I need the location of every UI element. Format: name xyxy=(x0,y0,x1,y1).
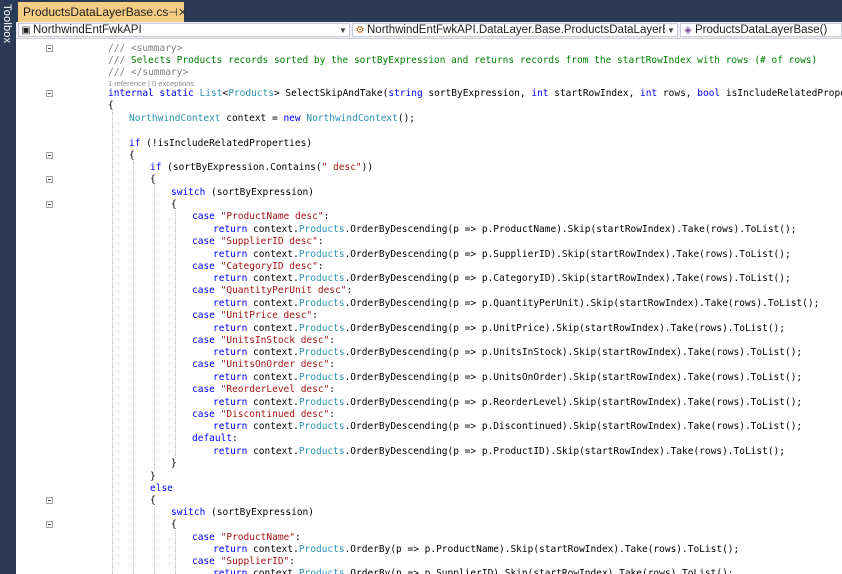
code-line: return context.Products.OrderByDescendin… xyxy=(213,372,803,383)
toolbox-label[interactable]: Toolbox xyxy=(1,4,13,43)
code-line: return context.Products.OrderByDescendin… xyxy=(213,323,785,334)
close-icon[interactable]: ✕ xyxy=(178,6,187,19)
code-line: case "Discontinued desc": xyxy=(192,409,336,420)
code-line: case "ProductName desc": xyxy=(192,211,330,222)
code-line: case "UnitsInStock desc": xyxy=(192,335,336,346)
code-line: return context.Products.OrderByDescendin… xyxy=(213,224,797,235)
method-icon: ◈ xyxy=(684,24,692,36)
chevron-down-icon[interactable]: ▼ xyxy=(337,26,349,35)
code-line: case "CategoryID desc": xyxy=(192,261,324,272)
project-dropdown[interactable]: ▣ NorthwindEntFwkAPI ▼ xyxy=(18,23,350,37)
document-tab-title[interactable]: ProductsDataLayerBase.cs xyxy=(23,5,168,19)
navigation-bar: ▣ NorthwindEntFwkAPI ▼ ⚙ NorthwindEntFwk… xyxy=(16,22,842,39)
code-line: return context.Products.OrderBy(p => p.S… xyxy=(213,568,734,574)
toolbox-sidebar[interactable]: Toolbox xyxy=(0,0,16,574)
code-line: if (sortByExpression.Contains(" desc")) xyxy=(150,162,374,173)
csharp-project-icon: ▣ xyxy=(21,24,31,36)
code-line: case "UnitPrice desc": xyxy=(192,310,318,321)
code-line: /// </summary> xyxy=(108,67,189,78)
code-line: return context.Products.OrderByDescendin… xyxy=(213,249,791,260)
project-dropdown-value: NorthwindEntFwkAPI xyxy=(33,24,142,36)
code-line: } xyxy=(171,458,177,469)
class-icon: ⚙ xyxy=(355,24,365,36)
code-line: switch (sortByExpression) xyxy=(171,507,314,518)
code-line: return context.Products.OrderByDescendin… xyxy=(213,273,791,284)
code-area[interactable]: 1 reference | 0 exceptions/// <summary> /… xyxy=(16,39,842,574)
code-line: default: xyxy=(192,433,238,444)
code-line: return context.Products.OrderByDescendin… xyxy=(213,347,803,358)
document-tab-bar: ProductsDataLayerBase.cs ⊣ ✕ xyxy=(16,0,842,22)
code-line: { xyxy=(150,174,156,185)
code-line: NorthwindContext context = new Northwind… xyxy=(129,113,416,124)
code-line: case "QuantityPerUnit desc": xyxy=(192,285,353,296)
chevron-down-icon[interactable]: ▼ xyxy=(665,26,677,35)
code-line: internal static List<Products> SelectSki… xyxy=(108,88,842,99)
code-line: return context.Products.OrderByDescendin… xyxy=(213,298,820,309)
code-line: if (!isIncludeRelatedProperties) xyxy=(129,138,313,149)
code-line: switch (sortByExpression) xyxy=(171,187,314,198)
code-line: else xyxy=(150,483,173,494)
code-line: case "ReorderLevel desc": xyxy=(192,384,336,395)
code-line: { xyxy=(171,199,177,210)
member-dropdown-value: ProductsDataLayerBase() xyxy=(695,24,828,36)
code-line: { xyxy=(171,519,177,530)
member-dropdown[interactable]: ◈ ProductsDataLayerBase() xyxy=(680,23,842,37)
document-tab[interactable]: ProductsDataLayerBase.cs ⊣ ✕ xyxy=(18,2,187,22)
code-line: } xyxy=(150,471,156,482)
code-line: { xyxy=(129,150,135,161)
code-line: return context.Products.OrderBy(p => p.P… xyxy=(213,544,740,555)
editor-window: ProductsDataLayerBase.cs ⊣ ✕ ▣ Northwind… xyxy=(16,0,842,574)
code-line: case "ProductName": xyxy=(192,532,301,543)
code-line: { xyxy=(108,100,114,111)
code-line: return context.Products.OrderByDescendin… xyxy=(213,397,803,408)
code-line: case "SupplierID": xyxy=(192,556,295,567)
code-line: case "UnitsOnOrder desc": xyxy=(192,359,336,370)
code-line: return context.Products.OrderByDescendin… xyxy=(213,421,803,432)
pin-icon[interactable]: ⊣ xyxy=(168,6,178,19)
code-line: /// Selects Products records sorted by t… xyxy=(108,55,818,66)
code-line: case "SupplierID desc": xyxy=(192,236,324,247)
code-line: return context.Products.OrderByDescendin… xyxy=(213,446,785,457)
code-line: { xyxy=(150,495,156,506)
type-dropdown-value: NorthwindEntFwkAPI.DataLayer.Base.Produc… xyxy=(367,24,665,36)
code-editor[interactable]: 1 reference | 0 exceptions/// <summary> /… xyxy=(16,39,842,574)
code-line: /// <summary> xyxy=(108,43,183,54)
type-dropdown[interactable]: ⚙ NorthwindEntFwkAPI.DataLayer.Base.Prod… xyxy=(352,23,678,37)
